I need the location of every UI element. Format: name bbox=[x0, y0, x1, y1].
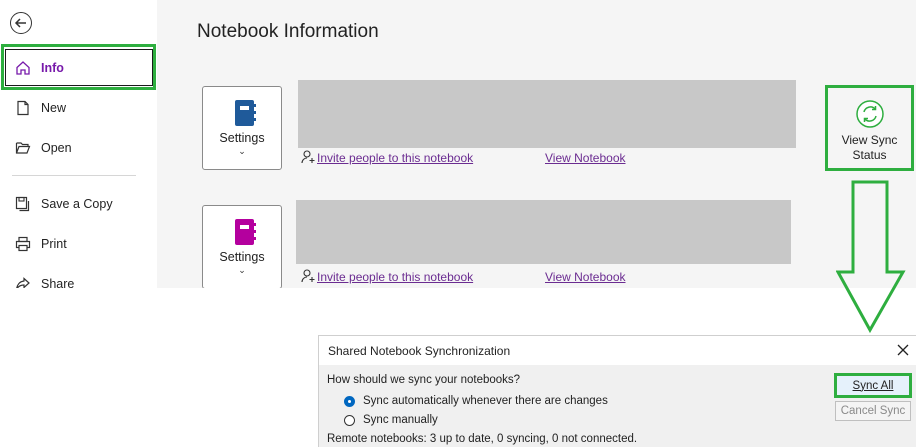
sync-all-label: Sync All bbox=[852, 379, 894, 392]
chevron-down-icon: ⌄ bbox=[238, 265, 246, 275]
chevron-down-icon: ⌄ bbox=[238, 146, 246, 156]
notebook-settings-button[interactable]: Settings ⌄ bbox=[202, 86, 282, 170]
invite-person-icon bbox=[300, 149, 316, 170]
invite-person-icon bbox=[300, 268, 316, 288]
sidebar-item-label: Save a Copy bbox=[41, 197, 113, 211]
sidebar-item-label: Share bbox=[41, 277, 75, 288]
invite-people-link[interactable]: Invite people to this notebook bbox=[317, 151, 473, 165]
radio-selected-icon[interactable] bbox=[344, 395, 355, 407]
folder-open-icon bbox=[13, 138, 33, 158]
cancel-sync-label: Cancel Sync bbox=[840, 405, 906, 417]
invite-people-link[interactable]: Invite people to this notebook bbox=[317, 270, 473, 284]
settings-label: Settings bbox=[219, 131, 265, 145]
sidebar-divider bbox=[12, 175, 136, 176]
sync-manual-option[interactable]: Sync manually bbox=[344, 414, 438, 426]
close-icon[interactable] bbox=[896, 343, 910, 357]
sidebar-item-new[interactable]: New bbox=[0, 88, 157, 128]
home-icon bbox=[13, 58, 33, 78]
option-label: Sync automatically whenever there are ch… bbox=[363, 395, 608, 407]
sidebar-item-open[interactable]: Open bbox=[0, 128, 157, 168]
new-page-icon bbox=[13, 98, 33, 118]
annotation-down-arrow bbox=[836, 180, 906, 334]
notebook-icon bbox=[233, 218, 257, 251]
settings-label: Settings bbox=[219, 250, 265, 264]
sidebar-item-print[interactable]: Print bbox=[0, 224, 157, 264]
notebook-name-redacted bbox=[298, 80, 796, 148]
sidebar-item-info[interactable]: Info bbox=[0, 48, 157, 88]
sidebar-item-label: Print bbox=[41, 237, 67, 251]
sidebar-item-label: Info bbox=[41, 61, 64, 75]
sync-all-button[interactable]: Sync All bbox=[834, 373, 912, 398]
cancel-sync-button[interactable]: Cancel Sync bbox=[835, 401, 911, 421]
sidebar-item-save-a-copy[interactable]: Save a Copy bbox=[0, 184, 157, 224]
notebook-icon bbox=[233, 99, 257, 132]
print-icon bbox=[13, 234, 33, 254]
view-sync-status-button[interactable]: View Sync Status bbox=[825, 85, 914, 171]
notebook-name-redacted bbox=[296, 200, 791, 264]
back-button[interactable] bbox=[10, 12, 32, 34]
sync-icon bbox=[855, 99, 885, 134]
dialog-title: Shared Notebook Synchronization bbox=[328, 344, 511, 358]
page-title: Notebook Information bbox=[197, 21, 379, 42]
sidebar-item-share[interactable]: Share bbox=[0, 264, 157, 288]
view-notebook-link[interactable]: View Notebook bbox=[545, 270, 626, 284]
share-icon bbox=[13, 274, 33, 288]
save-copy-icon bbox=[13, 194, 33, 214]
sync-question: How should we sync your notebooks? bbox=[327, 374, 521, 386]
sidebar-item-label: New bbox=[41, 101, 67, 115]
sync-auto-option[interactable]: Sync automatically whenever there are ch… bbox=[344, 395, 608, 407]
option-label: Sync manually bbox=[363, 414, 438, 426]
sidebar-item-label: Open bbox=[41, 141, 72, 155]
back-arrow-icon bbox=[14, 18, 26, 28]
view-sync-label-line1: View Sync bbox=[841, 133, 898, 147]
backstage-sidebar: Info New Open Save a Copy Print Share bbox=[0, 0, 157, 288]
dialog-titlebar: Shared Notebook Synchronization bbox=[319, 336, 916, 365]
remote-notebooks-status: Remote notebooks: 3 up to date, 0 syncin… bbox=[327, 433, 638, 445]
sync-dialog: Shared Notebook Synchronization How shou… bbox=[318, 335, 916, 447]
view-sync-label-line2: Status bbox=[852, 148, 887, 162]
radio-unselected-icon[interactable] bbox=[344, 414, 355, 426]
backstage-view: Info New Open Save a Copy Print Share No… bbox=[0, 0, 916, 288]
view-notebook-link[interactable]: View Notebook bbox=[545, 151, 626, 165]
notebook-settings-button[interactable]: Settings ⌄ bbox=[202, 205, 282, 288]
